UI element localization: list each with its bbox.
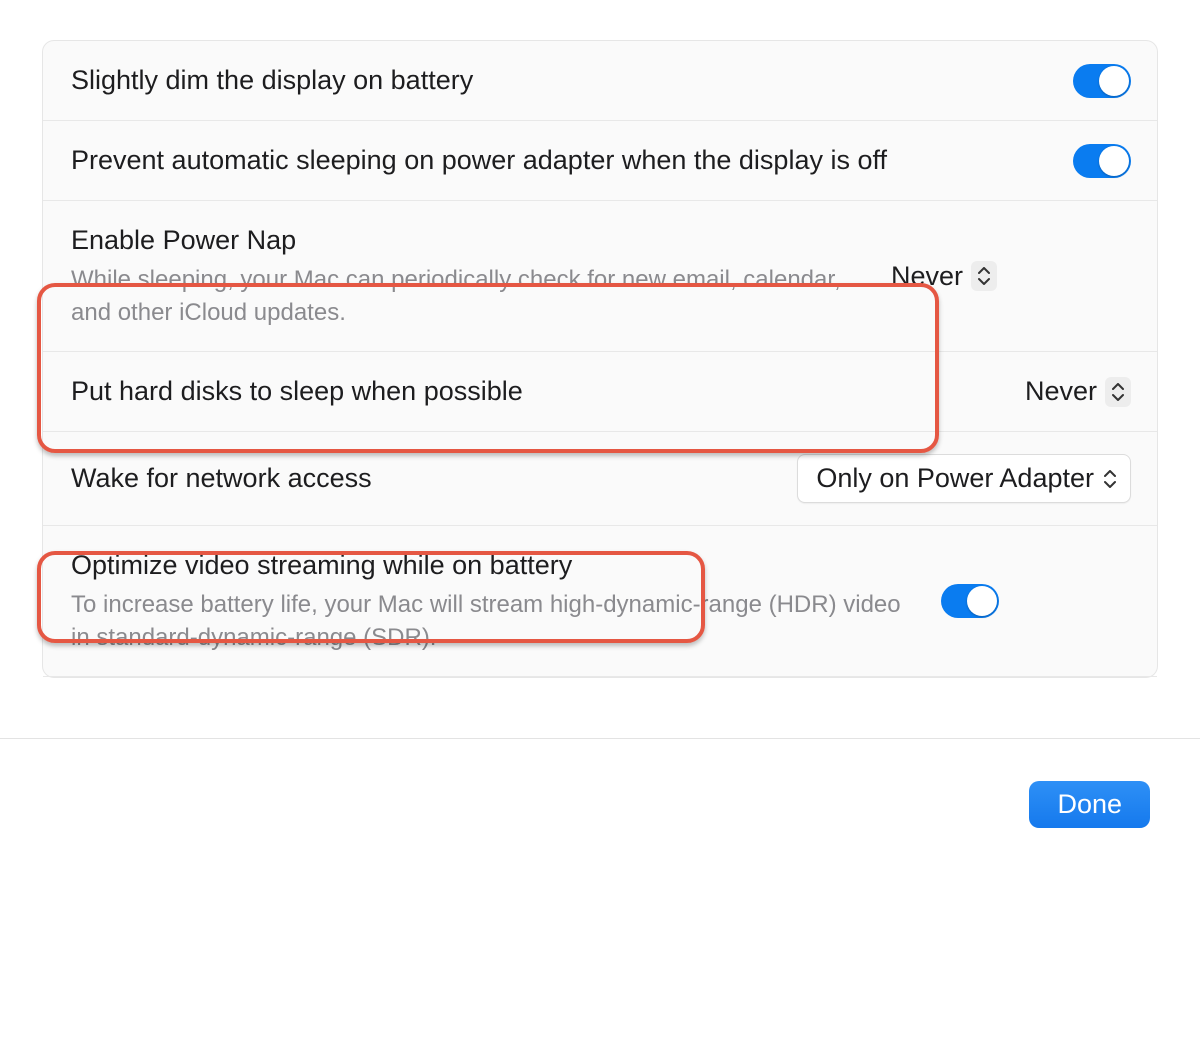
hard-disks-label: Put hard disks to sleep when possible	[71, 374, 1005, 409]
up-down-chevron-icon	[971, 261, 997, 291]
row-hard-disks: Put hard disks to sleep when possible Ne…	[43, 352, 1157, 432]
row-power-nap: Enable Power Nap While sleeping, your Ma…	[43, 201, 1157, 352]
up-down-chevron-icon	[1105, 377, 1131, 407]
wake-network-select[interactable]: Only on Power Adapter	[797, 454, 1131, 503]
settings-panel: Slightly dim the display on battery Prev…	[42, 40, 1158, 678]
prevent-sleep-toggle[interactable]	[1073, 144, 1131, 178]
row-dim-display: Slightly dim the display on battery	[43, 41, 1157, 121]
optimize-video-label: Optimize video streaming while on batter…	[71, 548, 921, 583]
wake-network-value: Only on Power Adapter	[816, 463, 1094, 494]
dim-display-toggle[interactable]	[1073, 64, 1131, 98]
row-optimize-video: Optimize video streaming while on batter…	[43, 526, 1157, 677]
hard-disks-value: Never	[1025, 376, 1097, 407]
up-down-chevron-icon	[1104, 470, 1116, 488]
prevent-sleep-label: Prevent automatic sleeping on power adap…	[71, 143, 891, 178]
hard-disks-select[interactable]: Never	[1025, 376, 1131, 407]
row-prevent-sleep: Prevent automatic sleeping on power adap…	[43, 121, 1157, 201]
optimize-video-desc: To increase battery life, your Mac will …	[71, 589, 921, 654]
power-nap-value: Never	[891, 261, 963, 292]
power-nap-select[interactable]: Never	[891, 261, 997, 292]
power-nap-desc: While sleeping, your Mac can periodicall…	[71, 264, 871, 329]
dim-display-label: Slightly dim the display on battery	[71, 63, 1053, 98]
wake-network-label: Wake for network access	[71, 461, 777, 496]
done-button[interactable]: Done	[1029, 781, 1150, 828]
optimize-video-toggle[interactable]	[941, 584, 999, 618]
row-wake-network: Wake for network access Only on Power Ad…	[43, 432, 1157, 526]
power-nap-label: Enable Power Nap	[71, 223, 871, 258]
